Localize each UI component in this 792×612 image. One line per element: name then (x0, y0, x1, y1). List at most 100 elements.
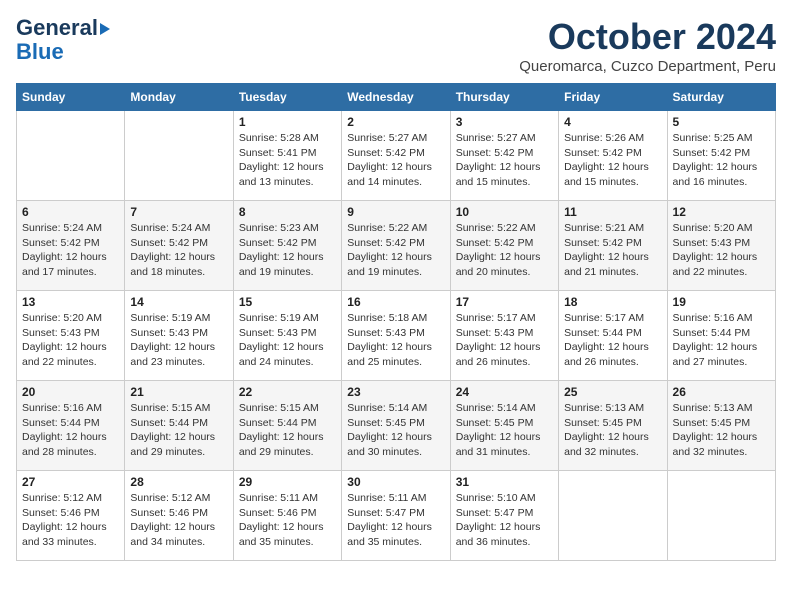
col-header-wednesday: Wednesday (342, 84, 450, 111)
day-cell: 6Sunrise: 5:24 AM Sunset: 5:42 PM Daylig… (17, 201, 125, 291)
day-info: Sunrise: 5:24 AM Sunset: 5:42 PM Dayligh… (130, 221, 227, 280)
day-number: 1 (239, 115, 336, 129)
day-cell: 23Sunrise: 5:14 AM Sunset: 5:45 PM Dayli… (342, 381, 450, 471)
day-info: Sunrise: 5:20 AM Sunset: 5:43 PM Dayligh… (673, 221, 770, 280)
day-info: Sunrise: 5:15 AM Sunset: 5:44 PM Dayligh… (130, 401, 227, 460)
day-cell: 31 Sunrise: 5:10 AM Sunset: 5:47 PM Dayli… (450, 471, 558, 561)
week-row-3: 13 Sunrise: 5:20 AM Sunset: 5:43 PM Dayli… (17, 291, 776, 381)
day-cell: 12Sunrise: 5:20 AM Sunset: 5:43 PM Dayli… (667, 201, 775, 291)
day-cell: 7 Sunrise: 5:24 AM Sunset: 5:42 PM Daylig… (125, 201, 233, 291)
day-number: 14 (130, 295, 227, 309)
day-info: Sunrise: 5:12 AM Sunset: 5:46 PM Dayligh… (130, 491, 227, 550)
day-number: 20 (22, 385, 119, 399)
day-info: Sunrise: 5:12 AM Sunset: 5:46 PM Dayligh… (22, 491, 119, 550)
day-cell: 15 Sunrise: 5:19 AM Sunset: 5:43 PM Dayli… (233, 291, 341, 381)
day-number: 10 (456, 205, 553, 219)
day-number: 2 (347, 115, 444, 129)
day-cell: 27 Sunrise: 5:12 AM Sunset: 5:46 PM Dayli… (17, 471, 125, 561)
day-cell: 19 Sunrise: 5:16 AM Sunset: 5:44 PM Dayli… (667, 291, 775, 381)
col-header-friday: Friday (559, 84, 667, 111)
day-cell: 10Sunrise: 5:22 AM Sunset: 5:42 PM Dayli… (450, 201, 558, 291)
day-number: 28 (130, 475, 227, 489)
day-info: Sunrise: 5:13 AM Sunset: 5:45 PM Dayligh… (673, 401, 770, 460)
day-cell: 4 Sunrise: 5:26 AM Sunset: 5:42 PM Daylig… (559, 111, 667, 201)
day-info: Sunrise: 5:28 AM Sunset: 5:41 PM Dayligh… (239, 131, 336, 190)
day-info: Sunrise: 5:16 AM Sunset: 5:44 PM Dayligh… (22, 401, 119, 460)
day-cell: 22Sunrise: 5:15 AM Sunset: 5:44 PM Dayli… (233, 381, 341, 471)
day-cell: 1 Sunrise: 5:28 AM Sunset: 5:41 PM Daylig… (233, 111, 341, 201)
day-info: Sunrise: 5:17 AM Sunset: 5:44 PM Dayligh… (564, 311, 661, 370)
day-cell (17, 111, 125, 201)
day-number: 21 (130, 385, 227, 399)
day-number: 17 (456, 295, 553, 309)
day-number: 15 (239, 295, 336, 309)
day-number: 19 (673, 295, 770, 309)
day-cell (125, 111, 233, 201)
day-info: Sunrise: 5:21 AM Sunset: 5:42 PM Dayligh… (564, 221, 661, 280)
day-info: Sunrise: 5:10 AM Sunset: 5:47 PM Dayligh… (456, 491, 553, 550)
day-number: 26 (673, 385, 770, 399)
day-cell: 17Sunrise: 5:17 AM Sunset: 5:43 PM Dayli… (450, 291, 558, 381)
day-number: 3 (456, 115, 553, 129)
day-info: Sunrise: 5:24 AM Sunset: 5:42 PM Dayligh… (22, 221, 119, 280)
calendar-table: SundayMondayTuesdayWednesdayThursdayFrid… (16, 83, 776, 561)
day-number: 24 (456, 385, 553, 399)
calendar-header-row: SundayMondayTuesdayWednesdayThursdayFrid… (17, 84, 776, 111)
col-header-thursday: Thursday (450, 84, 558, 111)
day-cell: 29Sunrise: 5:11 AM Sunset: 5:46 PM Dayli… (233, 471, 341, 561)
day-info: Sunrise: 5:19 AM Sunset: 5:43 PM Dayligh… (130, 311, 227, 370)
day-number: 27 (22, 475, 119, 489)
col-header-sunday: Sunday (17, 84, 125, 111)
day-cell: 21 Sunrise: 5:15 AM Sunset: 5:44 PM Dayli… (125, 381, 233, 471)
day-cell: 13 Sunrise: 5:20 AM Sunset: 5:43 PM Dayli… (17, 291, 125, 381)
day-info: Sunrise: 5:13 AM Sunset: 5:45 PM Dayligh… (564, 401, 661, 460)
day-info: Sunrise: 5:14 AM Sunset: 5:45 PM Dayligh… (347, 401, 444, 460)
day-cell: 9 Sunrise: 5:22 AM Sunset: 5:42 PM Daylig… (342, 201, 450, 291)
col-header-monday: Monday (125, 84, 233, 111)
day-cell: 16Sunrise: 5:18 AM Sunset: 5:43 PM Dayli… (342, 291, 450, 381)
day-info: Sunrise: 5:20 AM Sunset: 5:43 PM Dayligh… (22, 311, 119, 370)
day-number: 8 (239, 205, 336, 219)
location-subtitle: Queromarca, Cuzco Department, Peru (519, 58, 776, 75)
calendar-body: 1 Sunrise: 5:28 AM Sunset: 5:41 PM Daylig… (17, 111, 776, 561)
day-cell (559, 471, 667, 561)
day-number: 7 (130, 205, 227, 219)
day-number: 25 (564, 385, 661, 399)
day-info: Sunrise: 5:11 AM Sunset: 5:46 PM Dayligh… (239, 491, 336, 550)
day-info: Sunrise: 5:26 AM Sunset: 5:42 PM Dayligh… (564, 131, 661, 190)
day-cell: 8 Sunrise: 5:23 AM Sunset: 5:42 PM Daylig… (233, 201, 341, 291)
day-info: Sunrise: 5:25 AM Sunset: 5:42 PM Dayligh… (673, 131, 770, 190)
day-number: 31 (456, 475, 553, 489)
col-header-tuesday: Tuesday (233, 84, 341, 111)
day-cell: 18 Sunrise: 5:17 AM Sunset: 5:44 PM Dayli… (559, 291, 667, 381)
day-info: Sunrise: 5:22 AM Sunset: 5:42 PM Dayligh… (347, 221, 444, 280)
day-number: 4 (564, 115, 661, 129)
day-number: 22 (239, 385, 336, 399)
day-cell: 24 Sunrise: 5:14 AM Sunset: 5:45 PM Dayli… (450, 381, 558, 471)
day-info: Sunrise: 5:19 AM Sunset: 5:43 PM Dayligh… (239, 311, 336, 370)
day-number: 13 (22, 295, 119, 309)
day-info: Sunrise: 5:27 AM Sunset: 5:42 PM Dayligh… (347, 131, 444, 190)
month-title: October 2024 (519, 16, 776, 58)
day-cell: 30Sunrise: 5:11 AM Sunset: 5:47 PM Dayli… (342, 471, 450, 561)
day-number: 9 (347, 205, 444, 219)
page-header: General Blue October 2024 Queromarca, Cu… (16, 16, 776, 75)
day-info: Sunrise: 5:14 AM Sunset: 5:45 PM Dayligh… (456, 401, 553, 460)
day-cell: 20 Sunrise: 5:16 AM Sunset: 5:44 PM Dayli… (17, 381, 125, 471)
logo: General Blue (16, 16, 110, 64)
day-info: Sunrise: 5:18 AM Sunset: 5:43 PM Dayligh… (347, 311, 444, 370)
day-info: Sunrise: 5:27 AM Sunset: 5:42 PM Dayligh… (456, 131, 553, 190)
day-info: Sunrise: 5:23 AM Sunset: 5:42 PM Dayligh… (239, 221, 336, 280)
day-cell: 2 Sunrise: 5:27 AM Sunset: 5:42 PM Daylig… (342, 111, 450, 201)
day-number: 18 (564, 295, 661, 309)
day-info: Sunrise: 5:16 AM Sunset: 5:44 PM Dayligh… (673, 311, 770, 370)
col-header-saturday: Saturday (667, 84, 775, 111)
day-cell: 26 Sunrise: 5:13 AM Sunset: 5:45 PM Dayli… (667, 381, 775, 471)
day-cell: 25 Sunrise: 5:13 AM Sunset: 5:45 PM Dayli… (559, 381, 667, 471)
logo-blue: Blue (16, 40, 64, 64)
day-number: 11 (564, 205, 661, 219)
day-cell: 14 Sunrise: 5:19 AM Sunset: 5:43 PM Dayli… (125, 291, 233, 381)
day-cell: 3 Sunrise: 5:27 AM Sunset: 5:42 PM Daylig… (450, 111, 558, 201)
logo-text: General (16, 16, 110, 40)
day-number: 30 (347, 475, 444, 489)
